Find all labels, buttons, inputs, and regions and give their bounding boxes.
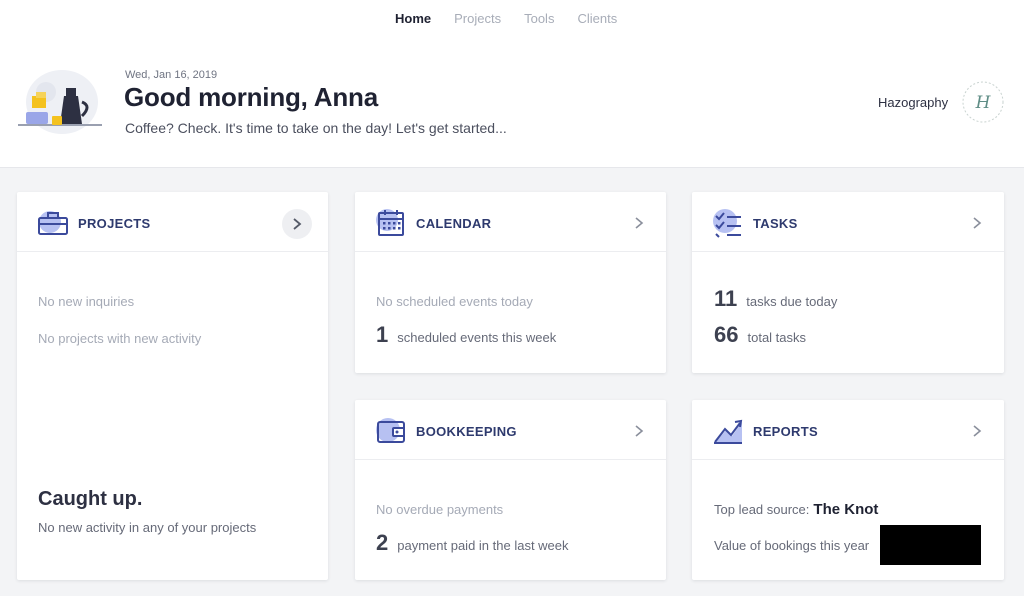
caught-up-title: Caught up.: [38, 488, 143, 510]
tasks-card-header[interactable]: TASKS: [692, 192, 1004, 252]
calendar-icon: [376, 209, 404, 236]
top-lead-source-row: Top lead source: The Knot: [714, 501, 878, 518]
bookkeeping-paid-label: payment paid in the last week: [397, 538, 569, 553]
tasks-due-stat: 11 tasks due today: [714, 286, 837, 312]
nav-projects[interactable]: Projects: [454, 11, 501, 26]
bookkeeping-overdue-text: No overdue payments: [376, 502, 504, 517]
calendar-week-count: 1: [376, 322, 389, 347]
bookings-value-row: Value of bookings this year: [714, 538, 869, 553]
projects-card-title: PROJECTS: [78, 216, 151, 231]
tasks-due-count: 11: [714, 286, 738, 311]
chevron-right-icon[interactable]: [970, 424, 984, 438]
projects-activity-text: No projects with new activity: [38, 331, 202, 346]
chevron-right-icon[interactable]: [632, 424, 646, 438]
greeting-subline: Coffee? Check. It's time to take on the …: [125, 120, 507, 136]
projects-card: PROJECTS No new inquiries No projects wi…: [17, 192, 328, 580]
nav-links: Home Projects Tools Clients: [395, 11, 617, 26]
calendar-card: CALENDAR No scheduled events today 1 sch…: [355, 192, 666, 373]
calendar-card-title: CALENDAR: [416, 216, 492, 231]
projects-inquiries-text: No new inquiries: [38, 294, 135, 309]
greeting-title: Good morning, Anna: [124, 82, 378, 112]
brand-name[interactable]: Hazography: [878, 95, 948, 110]
tasks-total-label: total tasks: [747, 330, 807, 345]
projects-card-header[interactable]: PROJECTS: [17, 192, 328, 252]
tasks-due-label: tasks due today: [746, 294, 838, 309]
reports-card-title: REPORTS: [753, 424, 818, 439]
caught-up-subtitle: No new activity in any of your projects: [38, 520, 257, 535]
bookkeeping-card-title: BOOKKEEPING: [416, 424, 517, 439]
chevron-right-icon[interactable]: [632, 216, 646, 230]
tasks-total-stat: 66 total tasks: [714, 322, 806, 348]
calendar-today-text: No scheduled events today: [376, 294, 533, 309]
calendar-card-header[interactable]: CALENDAR: [355, 192, 666, 252]
brand-logo-letter: H: [975, 93, 992, 113]
nav-home[interactable]: Home: [395, 11, 431, 26]
bookings-value-label: Value of bookings this year: [714, 538, 870, 553]
current-date: Wed, Jan 16, 2019: [125, 69, 218, 81]
greeting-header: Wed, Jan 16, 2019 Good morning, Anna Cof…: [0, 40, 1024, 168]
coffee-morning-illustration: [18, 70, 102, 134]
calendar-week-stat: 1 scheduled events this week: [376, 322, 556, 348]
wallet-icon: [376, 418, 405, 443]
projects-open-button[interactable]: [282, 209, 312, 239]
bookkeeping-paid-count: 2: [376, 530, 389, 555]
reports-card-header[interactable]: REPORTS: [692, 400, 1004, 460]
top-lead-source-label: Top lead source:: [714, 502, 810, 517]
chevron-right-icon[interactable]: [970, 216, 984, 230]
tasks-card: TASKS 11 tasks due today 66 total tasks: [692, 192, 1004, 373]
nav-clients[interactable]: Clients: [577, 11, 617, 26]
brand-logo[interactable]: H: [961, 80, 1005, 124]
tasks-total-count: 66: [714, 322, 739, 347]
calendar-week-label: scheduled events this week: [397, 330, 557, 345]
bookkeeping-card-header[interactable]: BOOKKEEPING: [355, 400, 666, 460]
bookkeeping-paid-stat: 2 payment paid in the last week: [376, 530, 569, 556]
trend-chart-icon: [714, 419, 743, 444]
bookkeeping-card: BOOKKEEPING No overdue payments 2 paymen…: [355, 400, 666, 580]
briefcase-icon: [38, 211, 68, 235]
tasks-card-title: TASKS: [753, 216, 798, 231]
redacted-bookings-value: [880, 525, 981, 565]
chevron-right-icon: [293, 218, 302, 230]
nav-tools[interactable]: Tools: [524, 11, 554, 26]
checklist-icon: [713, 209, 741, 238]
top-nav: Home Projects Tools Clients: [0, 0, 1024, 40]
top-lead-source-value: The Knot: [813, 501, 879, 518]
